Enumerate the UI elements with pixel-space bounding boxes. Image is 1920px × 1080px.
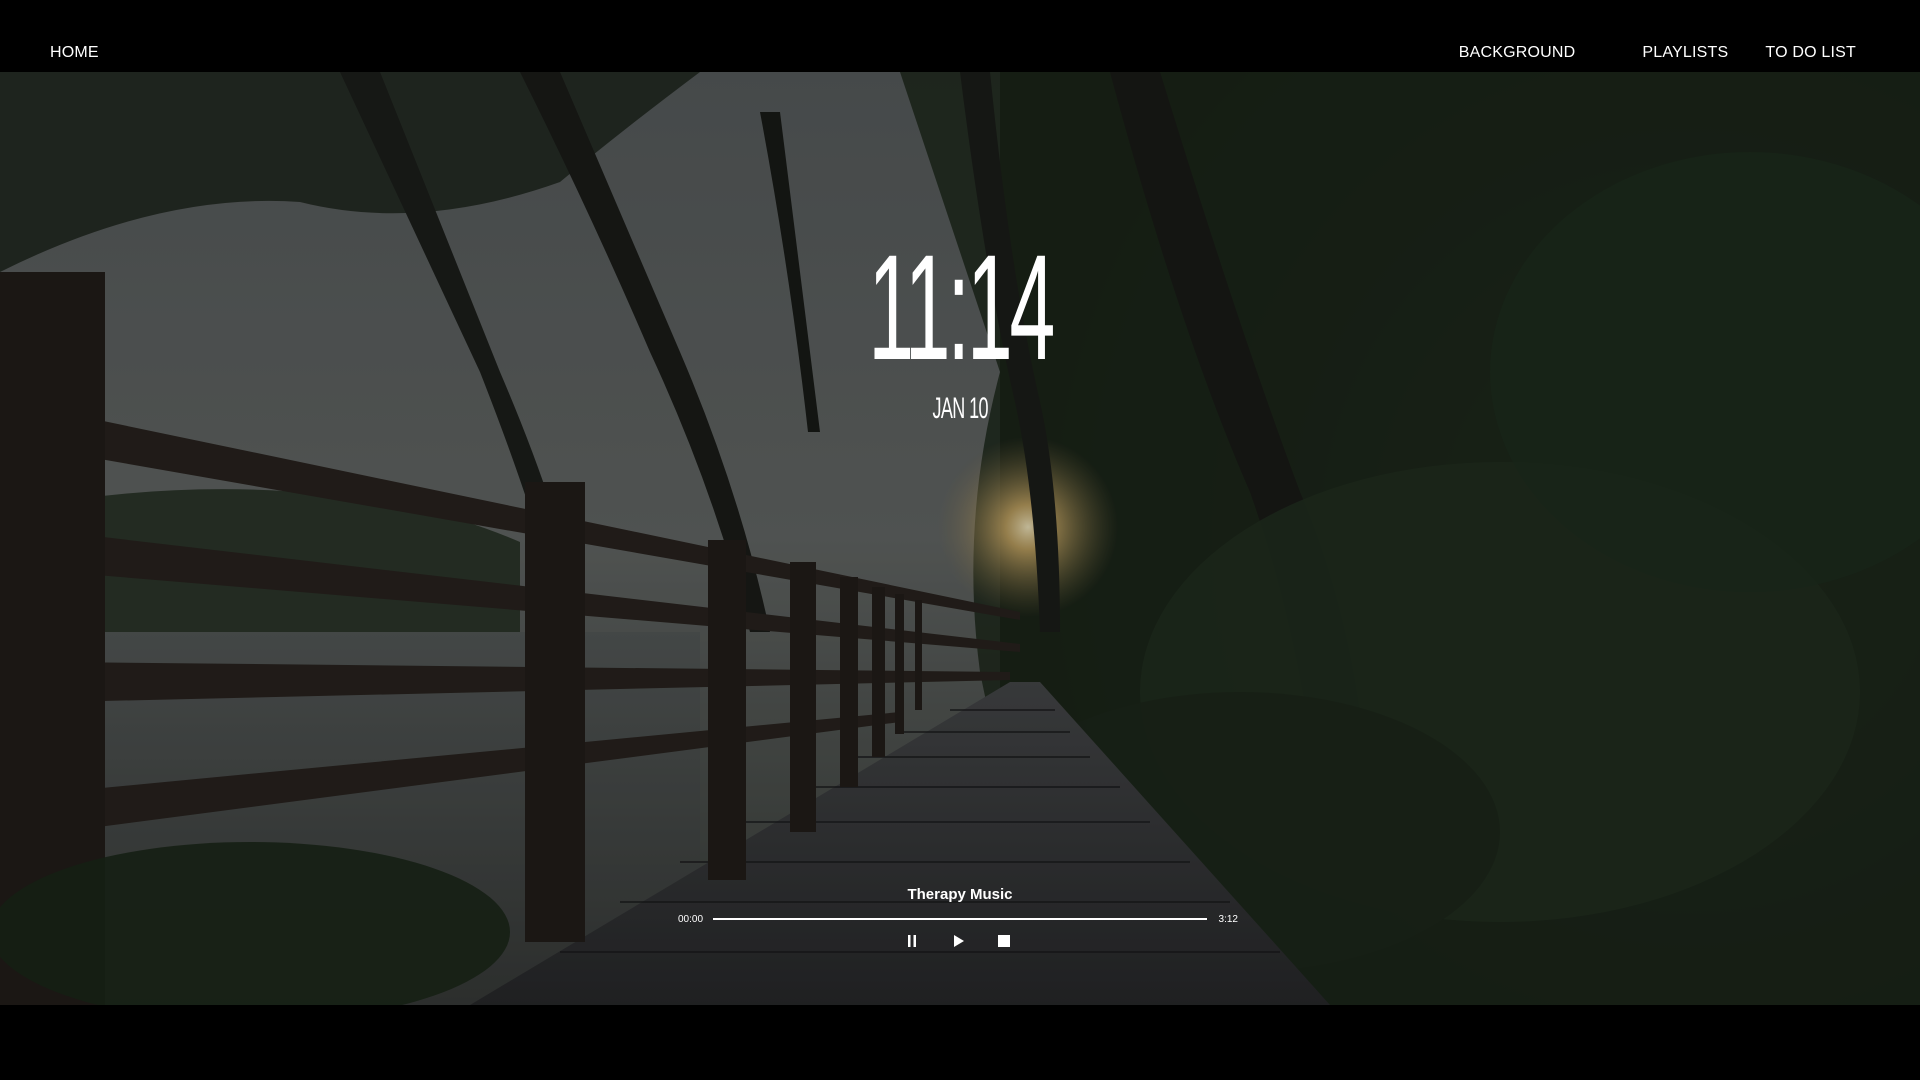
background-dim-overlay	[0, 72, 1920, 1005]
music-player: Therapy Music 00:00 3:12	[670, 882, 1250, 952]
top-nav-bar: HOME BACKGROUND PLAYLISTS TO DO LIST	[0, 0, 1920, 72]
nav-menu: BACKGROUND PLAYLISTS TO DO LIST	[1459, 44, 1856, 62]
nav-home-link[interactable]: HOME	[50, 44, 99, 62]
pause-icon[interactable]	[903, 932, 921, 950]
background-image	[0, 72, 1920, 1005]
nav-background-link[interactable]: BACKGROUND	[1459, 44, 1576, 62]
nav-todo-list-link[interactable]: TO DO LIST	[1765, 44, 1856, 62]
clock-widget: 11:14 JAN 10	[0, 232, 1920, 426]
bottom-bar	[0, 1005, 1920, 1080]
total-time: 3:12	[1218, 914, 1238, 925]
nav-playlists-link[interactable]: PLAYLISTS	[1642, 44, 1728, 62]
player-controls	[670, 932, 1250, 952]
progress-bar[interactable]	[713, 918, 1207, 920]
clock-time: 11:14	[868, 223, 1055, 391]
current-time: 00:00	[678, 914, 704, 925]
track-title: Therapy Music	[907, 886, 1013, 903]
play-icon[interactable]	[949, 932, 967, 950]
stop-icon[interactable]	[995, 932, 1013, 950]
page: HOME BACKGROUND PLAYLISTS TO DO LIST 11:…	[0, 0, 1920, 1080]
clock-date: JAN 10	[932, 392, 988, 425]
